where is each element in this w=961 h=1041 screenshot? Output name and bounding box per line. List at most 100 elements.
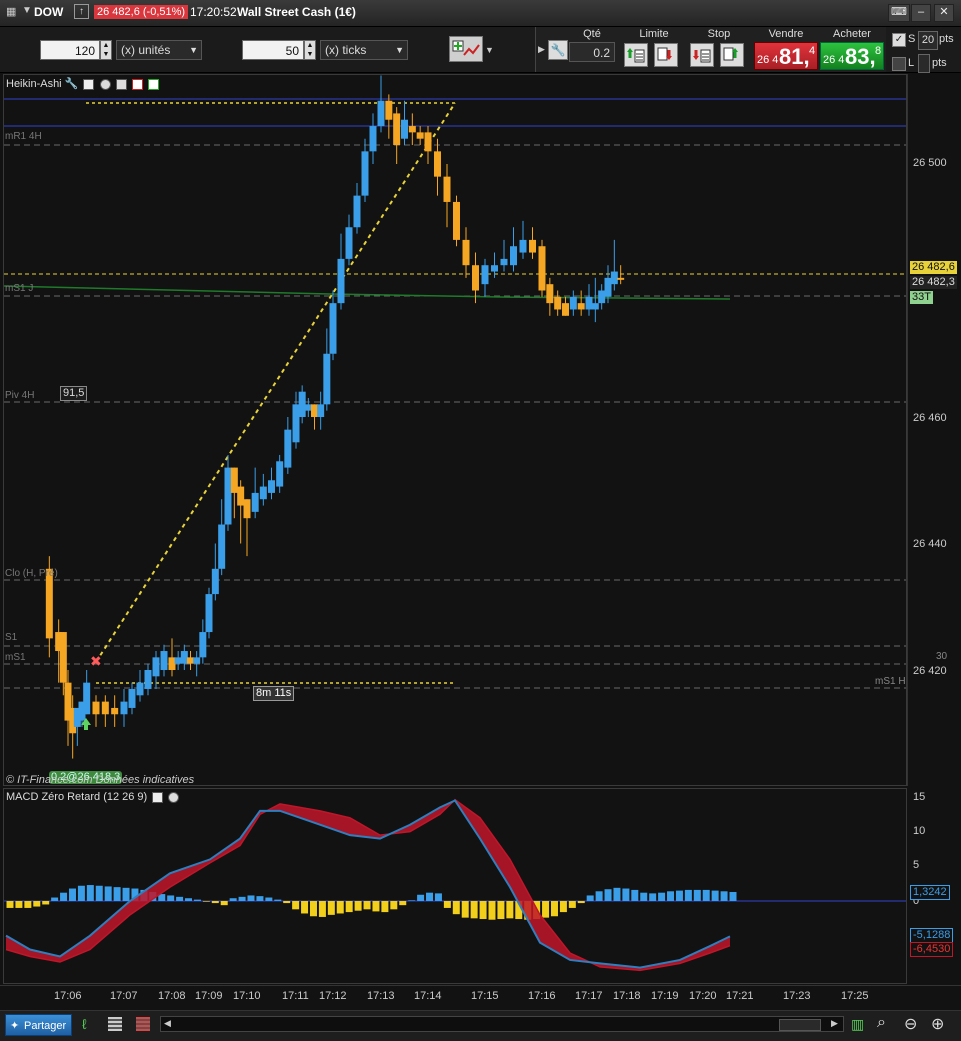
candle-body <box>101 701 109 715</box>
macd-histogram-bar <box>595 891 603 901</box>
candle-body <box>298 391 306 417</box>
candle-body <box>491 265 498 272</box>
macd-histogram-bar <box>42 901 50 905</box>
candle-body <box>546 284 554 304</box>
macd-histogram-bar <box>399 901 407 906</box>
candle-body <box>408 126 416 133</box>
macd-histogram-bar <box>729 891 737 901</box>
macd-histogram-bar <box>211 901 219 904</box>
macd-histogram-bar <box>497 901 505 920</box>
macd-histogram-bar <box>104 886 112 901</box>
macd-histogram-bar <box>586 895 594 901</box>
grid-icon[interactable] <box>136 1017 150 1031</box>
add-instrument-icon[interactable]: ℓ <box>82 1016 87 1032</box>
candle-body <box>92 701 100 715</box>
macd-histogram-bar <box>86 885 94 901</box>
bid-price-tag: 26 482,3 <box>910 276 957 289</box>
copyright-text: © IT-Finance.com Données indicatives <box>6 774 195 786</box>
candle-body <box>424 132 432 152</box>
macd-histogram-bar <box>488 901 496 920</box>
candle-body <box>211 568 219 595</box>
candle-body <box>554 296 562 310</box>
scroll-left-icon[interactable]: ◀ <box>164 1018 171 1029</box>
candle-body <box>292 404 300 443</box>
macd-signal-tag: -6,4530 <box>910 942 954 957</box>
level-label-ms1h: mS1 H <box>875 676 906 687</box>
zoom-fit-icon[interactable]: ⌕ <box>877 1014 886 1032</box>
bell-icon[interactable] <box>115 78 127 90</box>
macd-histogram-bar <box>95 885 103 901</box>
time-axis-label: 17:08 <box>158 990 186 1002</box>
indicator-label[interactable]: Heikin-Ashi <box>6 78 62 90</box>
macd-histogram-bar <box>675 890 683 901</box>
settings-icon[interactable]: 🔧 <box>65 78 79 90</box>
price-axis-label: 26 440 <box>913 538 947 550</box>
macd-histogram-bar <box>167 895 175 901</box>
macd-signal-line <box>5 798 731 972</box>
level-value-tag: 30 <box>936 651 948 662</box>
macd-histogram-bar <box>15 901 23 908</box>
macd-histogram-bar <box>443 901 451 908</box>
macd-histogram-bar <box>470 901 478 919</box>
price-chart[interactable]: ✖ <box>0 0 961 790</box>
window-icon[interactable] <box>152 791 164 803</box>
horizontal-scrollbar[interactable]: ◀ ▶ <box>160 1016 844 1032</box>
macd-indicator-label[interactable]: MACD Zéro Retard (12 26 9) <box>6 791 147 803</box>
macd-line-tag: -5,1288 <box>910 928 954 943</box>
candle-body <box>224 467 232 525</box>
candle-body <box>323 353 331 405</box>
candle-body <box>416 132 424 139</box>
sell-order-icon[interactable] <box>131 78 143 90</box>
candle-body <box>385 100 393 120</box>
chart-type-icon[interactable]: ▥ <box>851 1016 864 1033</box>
trend-line <box>95 102 456 663</box>
macd-histogram-bar <box>185 898 193 901</box>
macd-chart[interactable] <box>0 786 961 986</box>
close-icon[interactable] <box>99 78 111 90</box>
price-panel-header: Heikin-Ashi 🔧 <box>6 77 159 90</box>
macd-axis-label: 10 <box>913 825 926 837</box>
time-axis-label: 17:09 <box>195 990 223 1002</box>
buy-order-icon[interactable] <box>147 78 159 90</box>
time-axis-label: 17:14 <box>414 990 442 1002</box>
macd-histogram-bar <box>33 901 41 907</box>
candle-body <box>230 467 238 493</box>
macd-histogram-bar <box>176 896 184 901</box>
candle-body <box>401 119 408 139</box>
candle-body <box>510 246 517 266</box>
macd-histogram-bar <box>274 899 282 901</box>
macd-histogram-bar <box>604 889 612 901</box>
list-icon[interactable] <box>108 1017 122 1031</box>
macd-histogram-bar <box>77 885 85 901</box>
macd-histogram-bar <box>550 901 558 917</box>
close-icon[interactable] <box>168 791 180 803</box>
macd-histogram-bar <box>461 901 469 918</box>
candle-body <box>519 239 527 253</box>
time-axis-label: 17:12 <box>319 990 347 1002</box>
candle-body <box>111 707 119 715</box>
macd-histogram-bar <box>542 901 550 918</box>
macd-histogram-bar <box>202 901 210 902</box>
candle-body <box>604 277 612 297</box>
zoom-in-icon[interactable]: ⊕ <box>931 1014 944 1034</box>
macd-histogram-bar <box>577 901 585 904</box>
macd-histogram-bar <box>309 901 317 917</box>
macd-histogram-bar <box>479 901 487 920</box>
scroll-right-icon[interactable]: ▶ <box>831 1018 838 1029</box>
tick-count-tag: 33T <box>910 291 933 304</box>
window-icon[interactable] <box>83 78 95 90</box>
macd-histogram-bar <box>667 891 675 901</box>
scrollbar-thumb[interactable] <box>779 1019 821 1031</box>
time-axis-label: 17:23 <box>783 990 811 1002</box>
time-axis-label: 17:06 <box>54 990 82 1002</box>
zoom-out-icon[interactable]: ⊖ <box>904 1014 917 1034</box>
time-axis-label: 17:20 <box>689 990 717 1002</box>
share-button[interactable]: ✦ Partager <box>5 1014 72 1036</box>
macd-histogram-bar <box>301 901 309 914</box>
macd-histogram-bar <box>363 901 371 910</box>
macd-histogram-bar <box>283 901 291 904</box>
macd-histogram-bar <box>390 901 398 910</box>
time-axis-label: 17:18 <box>613 990 641 1002</box>
macd-histogram-bar <box>693 889 701 901</box>
macd-axis-label: 15 <box>913 791 926 803</box>
